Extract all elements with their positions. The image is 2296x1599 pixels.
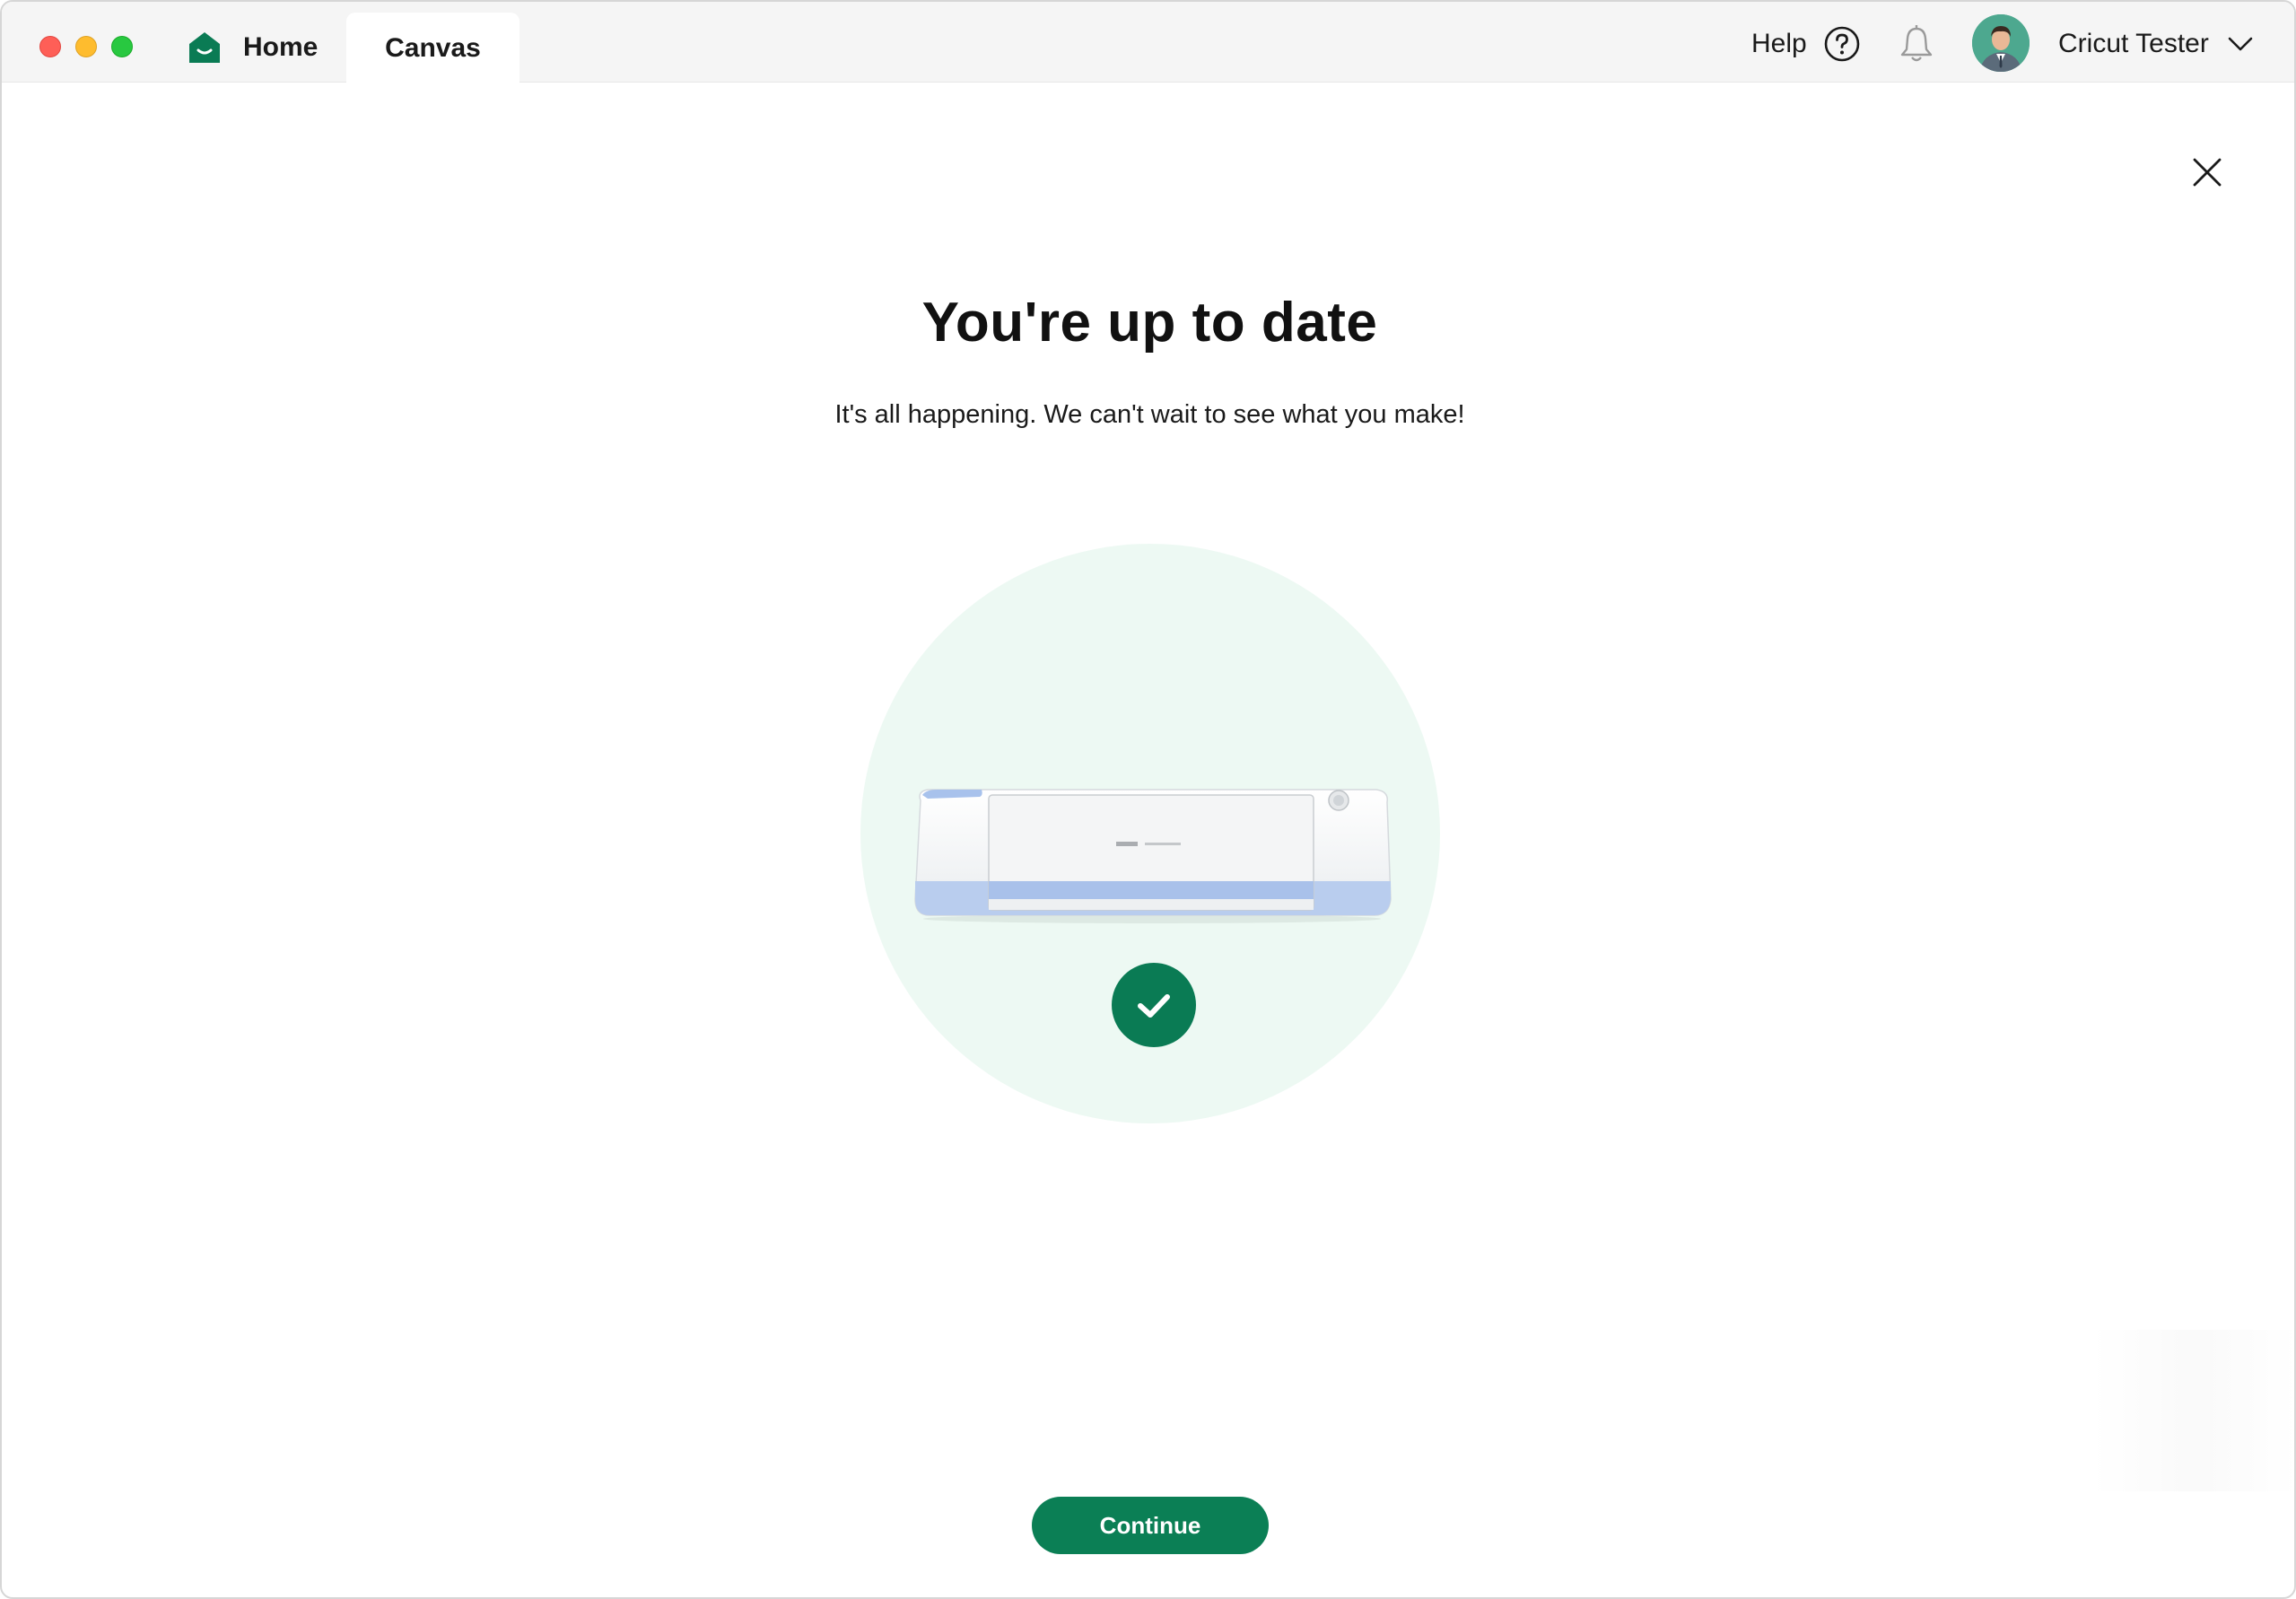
dialog-title: You're up to date — [921, 292, 1378, 354]
window-minimize-button[interactable] — [75, 36, 97, 57]
chevron-down-icon — [2228, 37, 2253, 51]
success-check-badge — [1112, 963, 1196, 1047]
avatar[interactable] — [1972, 14, 2030, 72]
app-window: Home Canvas Help Cricut Tester You're up… — [0, 0, 2296, 1599]
avatar-image — [1972, 14, 2030, 72]
check-icon — [1138, 994, 1170, 1018]
help-label: Help — [1751, 29, 1807, 58]
bell-icon[interactable] — [1897, 23, 1936, 65]
close-icon[interactable] — [2189, 154, 2225, 190]
tab-canvas[interactable]: Canvas — [346, 13, 519, 84]
window-maximize-button[interactable] — [111, 36, 133, 57]
help-icon — [1824, 26, 1860, 62]
floating-panel-shadow — [2092, 1330, 2294, 1491]
tab-canvas-label: Canvas — [385, 33, 481, 63]
title-bar: Home Canvas Help Cricut Tester — [2, 2, 2294, 84]
cutting-machine-illustration — [914, 789, 1392, 923]
continue-button[interactable]: Continue — [1032, 1497, 1269, 1554]
user-menu[interactable]: Cricut Tester — [2058, 23, 2254, 65]
home-icon — [189, 32, 220, 63]
tab-home[interactable]: Home — [186, 22, 318, 74]
dialog-subtitle: It's all happening. We can't wait to see… — [834, 400, 1465, 429]
help-button[interactable]: Help — [1751, 23, 1861, 65]
window-close-button[interactable] — [39, 36, 61, 57]
user-name: Cricut Tester — [2058, 29, 2209, 58]
tab-home-label: Home — [243, 32, 319, 62]
